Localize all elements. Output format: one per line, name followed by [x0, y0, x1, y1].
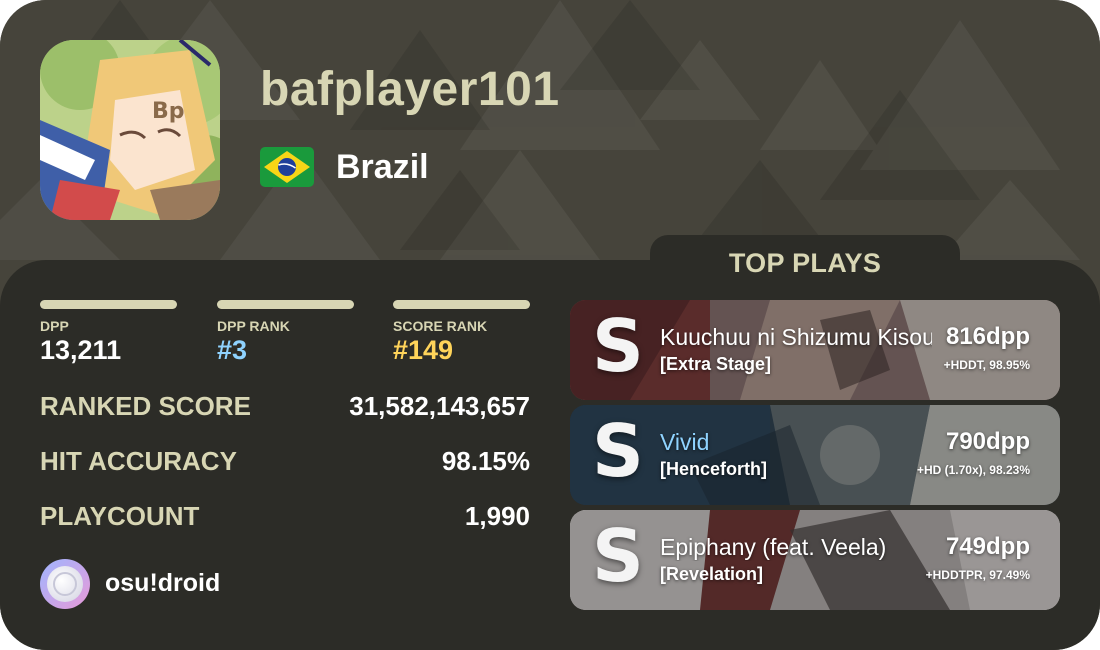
top-play-item[interactable]: S Kuuchuu ni Shizumu Kisou [Extra Stage]…	[570, 300, 1060, 400]
stat-value: 13,211	[40, 335, 122, 365]
play-mods: +HDDT, 98.95%	[943, 358, 1030, 372]
osu-droid-logo-icon	[40, 559, 90, 609]
grade-s-icon: S	[592, 409, 644, 493]
play-difficulty: [Extra Stage]	[660, 354, 772, 374]
play-difficulty: [Henceforth]	[660, 459, 767, 479]
play-pp: 816dpp	[945, 323, 1030, 350]
brazil-flag-icon	[260, 147, 314, 187]
profile-card: Bp bafplayer101 Brazil TOP PLAYS DPP 13,…	[0, 0, 1100, 650]
hit-accuracy-value: 98.15%	[441, 446, 530, 476]
avatar-image: Bp	[40, 40, 220, 220]
username: bafplayer101	[260, 63, 560, 116]
svg-text:Bp: Bp	[152, 99, 185, 124]
ranked-score-label: RANKED SCORE	[40, 391, 251, 421]
grade-s-icon: S	[592, 514, 644, 598]
stat-value: #149	[393, 335, 454, 365]
stat-label: DPP	[40, 318, 69, 334]
play-mods: +HDDTPR, 97.49%	[925, 568, 1030, 582]
top-plays-title: TOP PLAYS	[728, 248, 882, 278]
play-pp: 790dpp	[945, 428, 1030, 455]
stat-dpp-rank: DPP RANK #3	[217, 300, 354, 366]
top-play-item[interactable]: S Epiphany (feat. Veela) [Revelation] 74…	[570, 510, 1060, 610]
stat-label: DPP RANK	[217, 318, 290, 334]
ranked-score-value: 31,582,143,657	[349, 391, 530, 421]
grade-s-icon: S	[592, 304, 644, 388]
top-play-item[interactable]: S Vivid [Henceforth] 790dpp +HD (1.70x),…	[570, 405, 1060, 505]
stat-value: #3	[217, 335, 248, 365]
play-title: Epiphany (feat. Veela)	[660, 534, 887, 560]
stat-bar	[217, 300, 354, 309]
play-title: Kuuchuu ni Shizumu Kisou	[660, 324, 932, 350]
play-title: Vivid	[660, 429, 710, 455]
stat-dpp: DPP 13,211	[40, 300, 177, 366]
stat-label: SCORE RANK	[393, 318, 488, 334]
hit-accuracy-label: HIT ACCURACY	[40, 446, 237, 476]
play-difficulty: [Revelation]	[660, 564, 764, 584]
country-name: Brazil	[336, 148, 429, 186]
play-pp: 749dpp	[945, 533, 1030, 560]
playcount-label: PLAYCOUNT	[40, 501, 200, 531]
client-name: osu!droid	[105, 569, 221, 597]
playcount-value: 1,990	[464, 501, 530, 531]
stat-score-rank: SCORE RANK #149	[393, 300, 530, 366]
stat-bar	[393, 300, 530, 309]
stat-bar	[40, 300, 177, 309]
avatar[interactable]: Bp	[40, 40, 220, 220]
play-mods: +HD (1.70x), 98.23%	[916, 463, 1030, 477]
